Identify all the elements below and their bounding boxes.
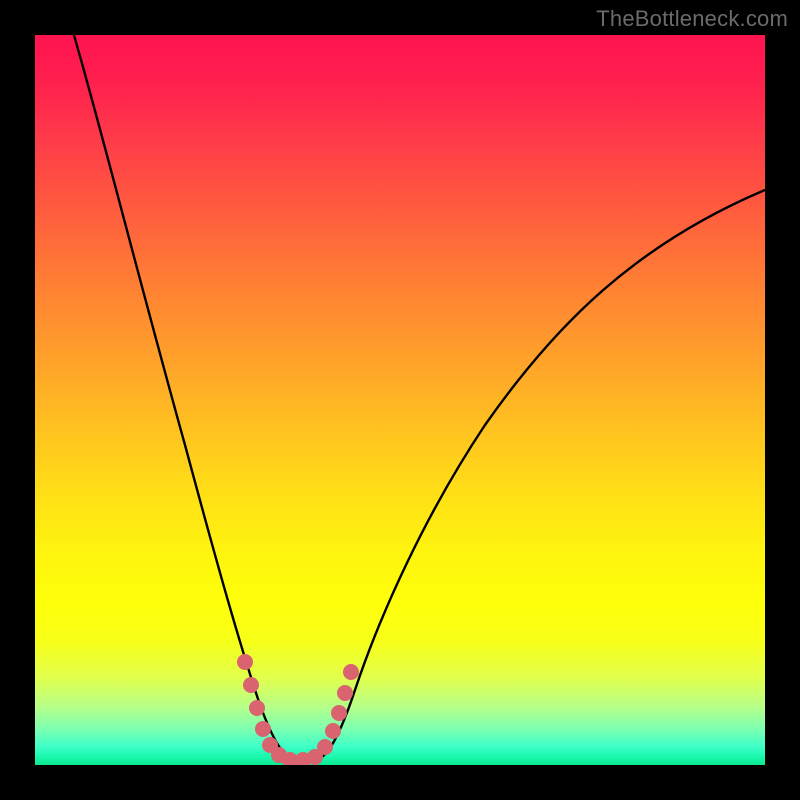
bottleneck-curve bbox=[71, 35, 765, 761]
watermark-text: TheBottleneck.com bbox=[596, 6, 788, 32]
chart-frame: TheBottleneck.com bbox=[0, 0, 800, 800]
min-region-markers bbox=[237, 654, 359, 765]
curve-layer bbox=[35, 35, 765, 765]
plot-area bbox=[35, 35, 765, 765]
